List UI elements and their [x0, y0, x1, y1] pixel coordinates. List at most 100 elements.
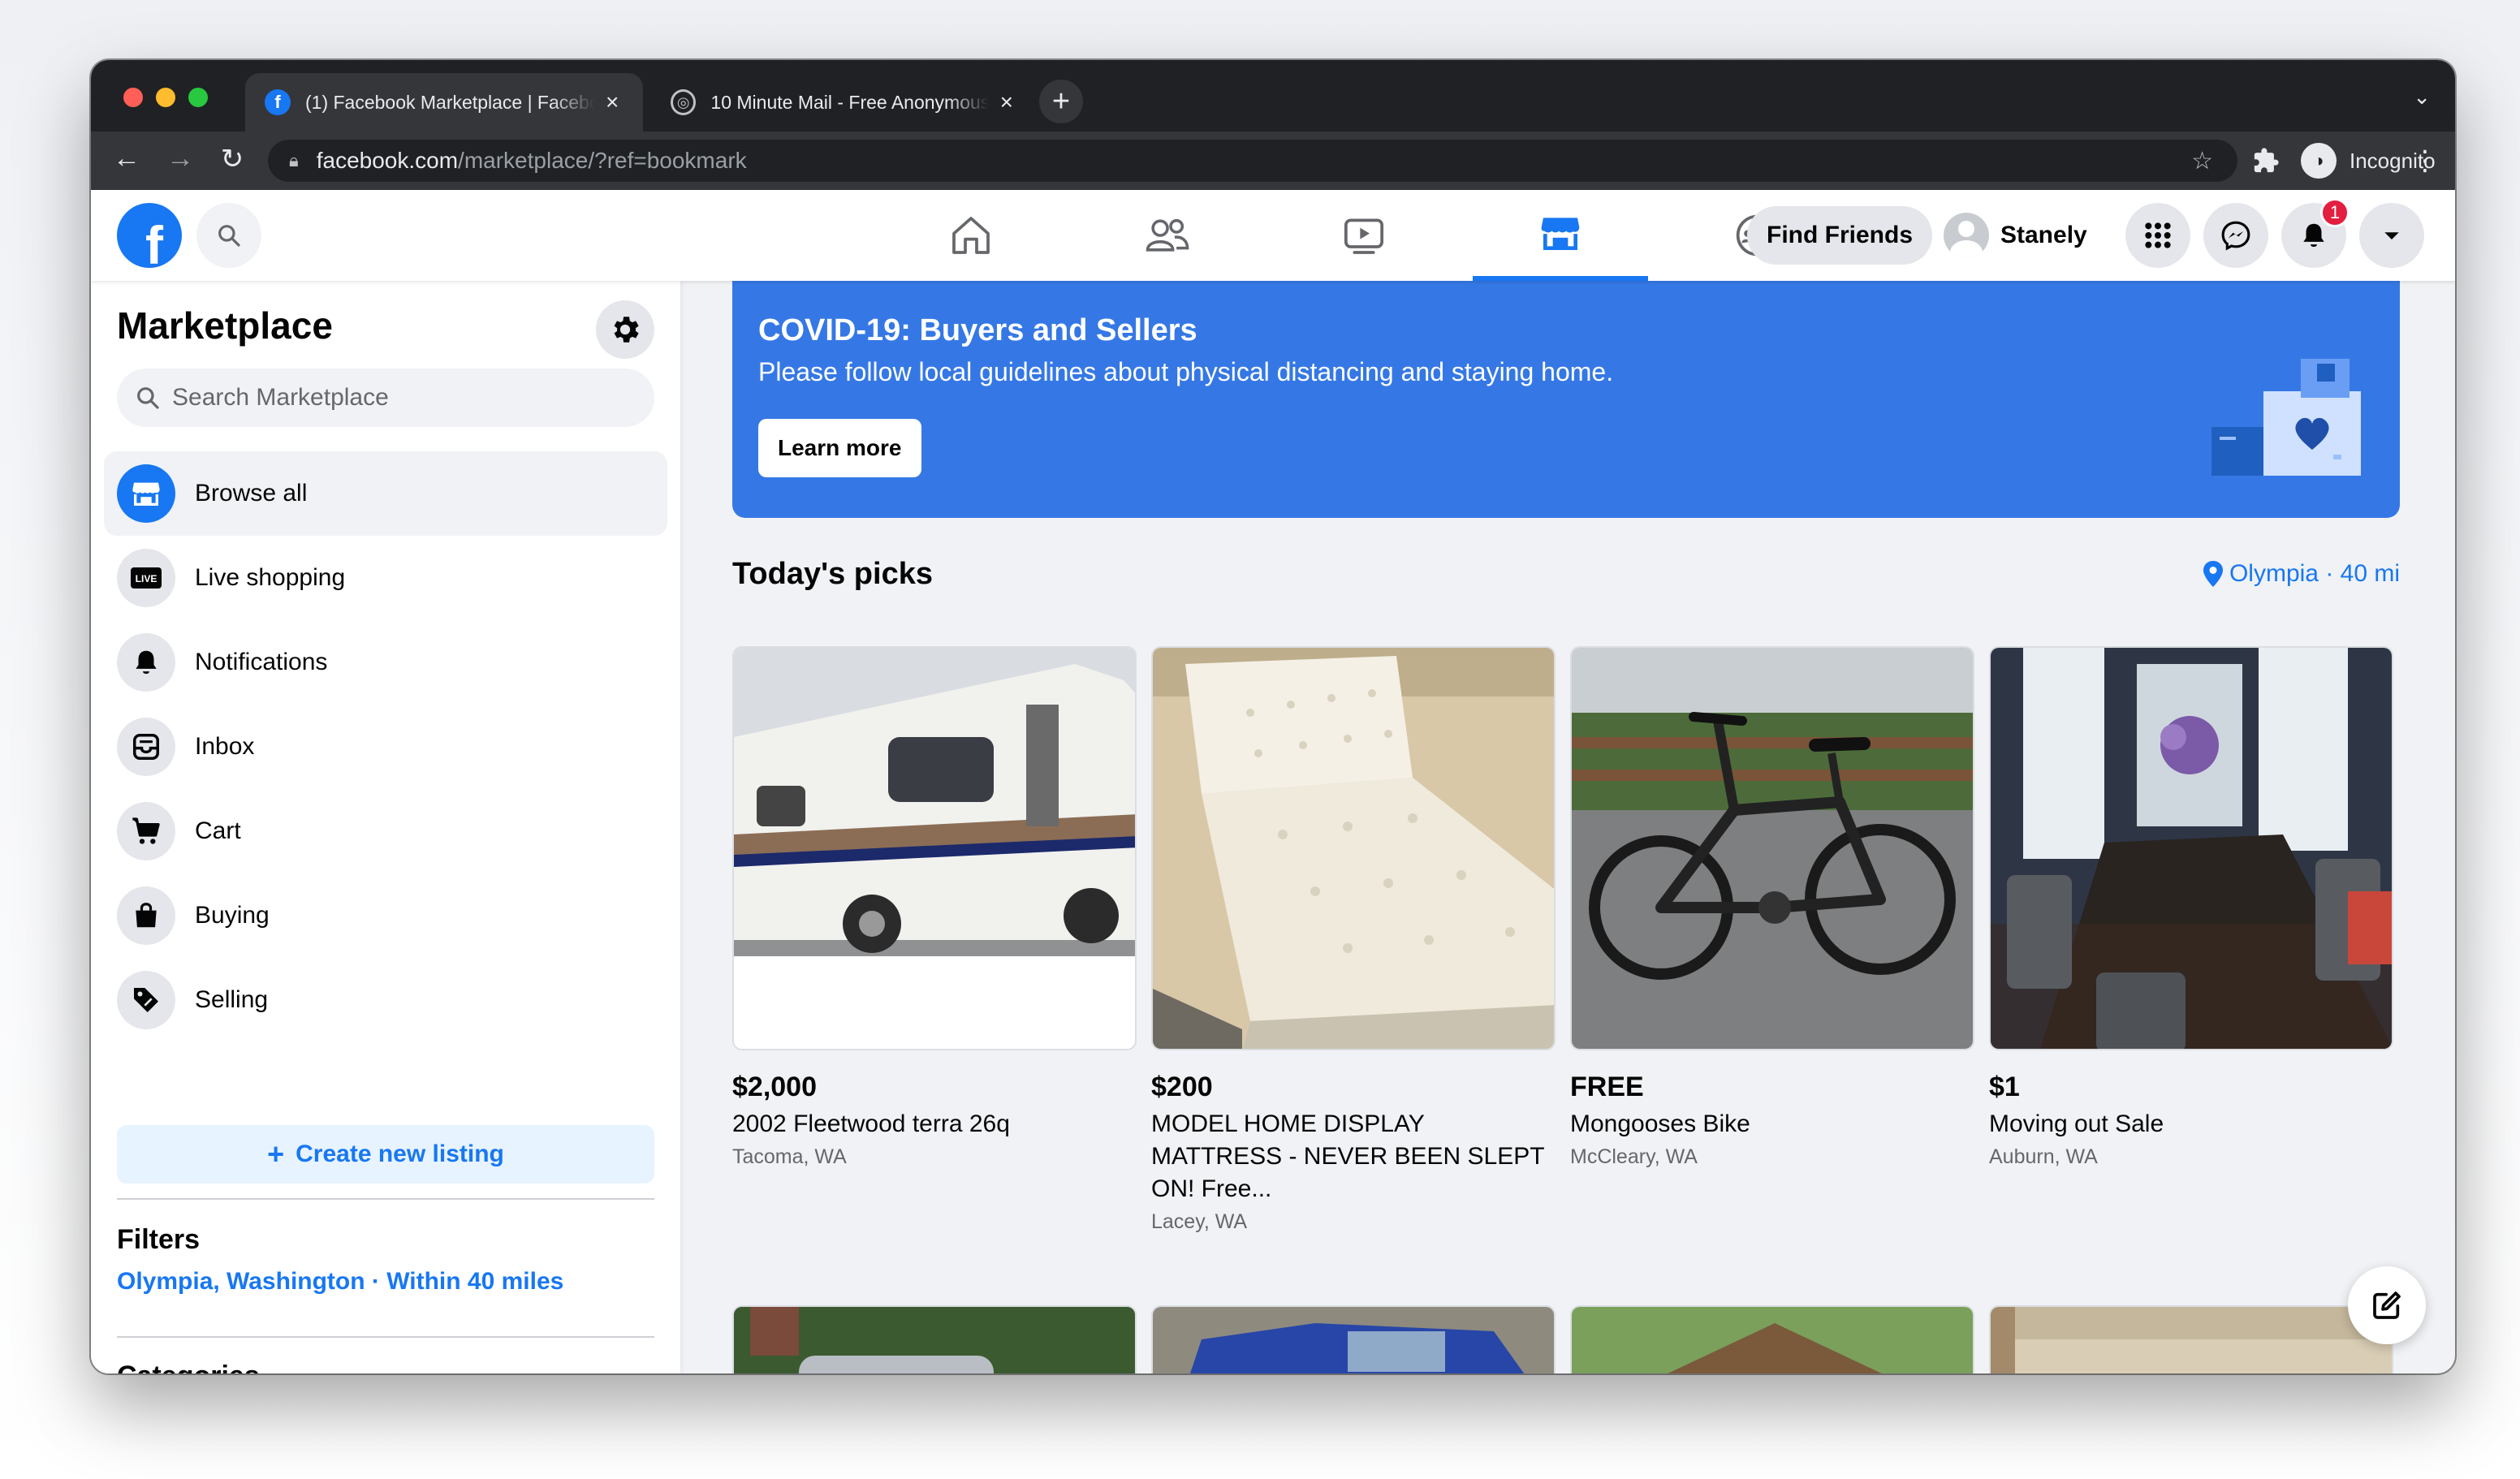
sidebar-item-label: Cart [195, 817, 241, 844]
sidebar-item-label: Browse all [195, 480, 308, 507]
listing-photo-rv [732, 646, 1137, 1050]
tab-facebook-marketplace[interactable]: f (1) Facebook Marketplace | Facebook × [245, 73, 643, 132]
forward-arrow-icon[interactable]: → [162, 143, 198, 175]
compose-edit-icon [2373, 1291, 2401, 1319]
maximize-window-button[interactable] [188, 88, 208, 107]
facebook-logo-icon[interactable]: f [117, 203, 182, 268]
listing-photo-partial[interactable] [1151, 1305, 1556, 1373]
messenger-button[interactable] [2203, 203, 2268, 268]
notifications-button[interactable]: 1 [2281, 198, 2350, 268]
sidebar-item-browse-all[interactable]: Browse all [104, 451, 667, 536]
sidebar-item-live-shopping[interactable]: LIVE Live shopping [104, 536, 667, 620]
location-pin-icon [2203, 561, 2223, 587]
search-icon [137, 387, 159, 409]
listing-card[interactable]: $2,000 2002 Fleetwood terra 26q Tacoma, … [732, 646, 1137, 1169]
sidebar-item-label: Buying [195, 902, 270, 929]
storefront-icon [117, 464, 175, 523]
categories-heading: Categories [117, 1360, 260, 1373]
location-selector[interactable]: Olympia · 40 mi [2203, 560, 2400, 588]
close-tab-icon[interactable]: × [606, 89, 619, 115]
nav-friends-tab[interactable] [1080, 190, 1255, 281]
listing-price: FREE [1570, 1072, 1644, 1102]
marketplace-search-input[interactable]: Search Marketplace [117, 369, 654, 427]
listing-card[interactable]: $200 MODEL HOME DISPLAY MATTRESS - NEVER… [1151, 646, 1556, 1234]
sidebar-item-selling[interactable]: Selling [104, 958, 667, 1042]
new-tab-button[interactable]: + [1039, 80, 1083, 123]
caret-down-icon [2384, 232, 2399, 239]
inbox-icon [117, 718, 175, 776]
bell-icon [117, 633, 175, 692]
listing-location: McCleary, WA [1570, 1145, 1698, 1168]
reload-icon[interactable]: ↻ [214, 143, 250, 175]
listing-location: Auburn, WA [1989, 1145, 2098, 1168]
compose-button[interactable] [2348, 1266, 2426, 1344]
listing-photo-bike [1570, 646, 1974, 1050]
bookmark-star-icon[interactable]: ☆ [2191, 147, 2213, 175]
extensions-puzzle-icon[interactable] [2252, 132, 2280, 190]
profile-button[interactable]: Stanely [1944, 206, 2087, 265]
listing-photo-partial[interactable] [732, 1305, 1137, 1373]
browser-toolbar: ← → ↻ 🔒︎ facebook.com/marketplace/?ref=b… [91, 132, 2455, 190]
covid-banner: COVID-19: Buyers and Sellers Please foll… [732, 281, 2400, 518]
sidebar-item-inbox[interactable]: Inbox [104, 705, 667, 789]
facebook-favicon-icon: f [265, 89, 291, 115]
close-tab-icon[interactable]: × [1000, 89, 1013, 115]
back-arrow-icon[interactable]: ← [109, 143, 145, 175]
user-name: Stanely [2000, 222, 2087, 248]
svg-text:LIVE: LIVE [136, 573, 158, 584]
tab-title: (1) Facebook Marketplace | Facebook [305, 91, 594, 113]
listing-title: 2002 Fleetwood terra 26q [732, 1110, 1010, 1137]
avatar [1944, 213, 1989, 258]
tab-bar: f (1) Facebook Marketplace | Facebook × … [91, 60, 2455, 132]
sidebar-item-buying[interactable]: Buying [104, 873, 667, 958]
url-host: facebook.com [316, 148, 459, 173]
listing-photo-partial[interactable] [1570, 1305, 1974, 1373]
shopping-heart-illustration-icon [2211, 359, 2361, 476]
create-listing-label: Create new listing [296, 1141, 504, 1167]
url-path: /marketplace/?ref=bookmark [458, 148, 747, 173]
notification-badge: 1 [2320, 198, 2350, 227]
listing-title: Moving out Sale [1989, 1110, 2164, 1137]
learn-more-button[interactable]: Learn more [758, 419, 921, 477]
create-new-listing-button[interactable]: + Create new listing [117, 1125, 654, 1184]
menu-button[interactable] [2125, 203, 2190, 268]
listing-price: $1 [1989, 1072, 2020, 1102]
nav-watch-tab[interactable] [1276, 190, 1452, 281]
page-title: Marketplace [117, 304, 333, 347]
listing-photo-mattress [1151, 646, 1556, 1050]
listing-title: MODEL HOME DISPLAY MATTRESS - NEVER BEEN… [1151, 1110, 1544, 1202]
facebook-header: f Find Friends Stanely 1 [91, 190, 2455, 281]
minimize-window-button[interactable] [156, 88, 175, 107]
sidebar-item-cart[interactable]: Cart [104, 789, 667, 873]
tab-search-chevron-icon[interactable]: ⌄ [2413, 84, 2431, 110]
listing-card[interactable]: $1 Moving out Sale Auburn, WA [1989, 646, 2393, 1169]
nav-home-tab[interactable] [883, 190, 1059, 281]
facebook-search-button[interactable] [196, 203, 261, 268]
listing-photo-partial[interactable] [1989, 1305, 2393, 1373]
sidebar-item-notifications[interactable]: Notifications [104, 620, 667, 705]
address-bar[interactable]: 🔒︎ facebook.com/marketplace/?ref=bookmar… [268, 140, 2237, 182]
sidebar-item-label: Notifications [195, 649, 328, 675]
location-label: Olympia · 40 mi [2229, 560, 2400, 587]
browser-menu-icon[interactable]: ⋮ [2411, 132, 2439, 190]
gear-icon [614, 317, 639, 343]
tab-10-minute-mail[interactable]: ◎ 10 Minute Mail - Free Anonymous Tempor… [651, 73, 1033, 132]
close-window-button[interactable] [123, 88, 143, 107]
nav-marketplace-tab[interactable] [1473, 190, 1648, 281]
cart-icon [117, 802, 175, 860]
plus-icon: + [267, 1137, 285, 1171]
location-filter-link[interactable]: Olympia, Washington · Within 40 miles [117, 1268, 563, 1296]
bell-icon [2303, 223, 2324, 248]
account-menu-button[interactable] [2359, 203, 2424, 268]
listing-price: $200 [1151, 1072, 1213, 1102]
find-friends-button[interactable]: Find Friends [1747, 206, 1932, 265]
live-icon: LIVE [117, 549, 175, 607]
listing-title: Mongooses Bike [1570, 1110, 1750, 1137]
listing-location: Tacoma, WA [732, 1145, 847, 1168]
settings-button[interactable] [596, 300, 654, 359]
listing-card[interactable]: FREE Mongooses Bike McCleary, WA [1570, 646, 1974, 1169]
friends-icon [1146, 218, 1189, 252]
marketplace-sidebar: Marketplace Search Marketplace Browse al… [91, 281, 680, 1373]
storefront-icon [1541, 218, 1580, 250]
sidebar-item-label: Selling [195, 986, 269, 1013]
